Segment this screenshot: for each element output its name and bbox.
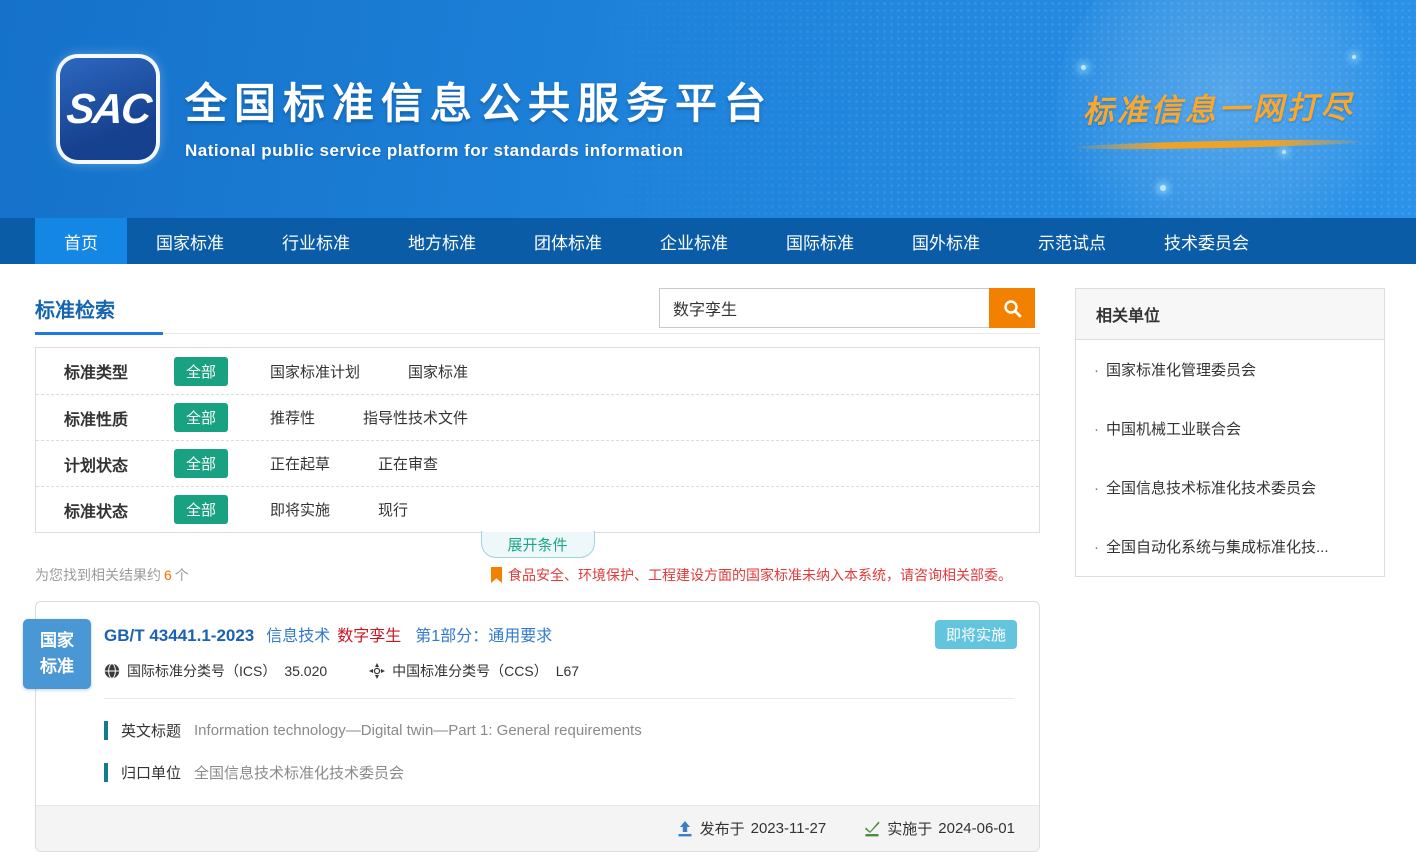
bookmark-icon [491, 567, 502, 583]
badge-line2: 标准 [40, 654, 74, 680]
related-unit-link[interactable]: 中国机械工业联合会 [1076, 399, 1384, 458]
filter-option[interactable]: 指导性技术文件 [363, 407, 468, 428]
ccs-label: 中国标准分类号（CCS） [392, 661, 548, 681]
all-button[interactable]: 全部 [174, 449, 228, 478]
sac-logo-text: SAC [64, 85, 152, 133]
upload-icon [677, 821, 693, 837]
filter-option[interactable]: 现行 [378, 499, 408, 520]
check-icon [864, 821, 880, 837]
filter-label: 计划状态 [64, 452, 142, 476]
search-input[interactable] [659, 288, 989, 328]
result-count-prefix: 为您找到相关结果约 [35, 567, 161, 583]
ics-value: 35.020 [284, 663, 327, 679]
filter-panel: 标准类型 全部 国家标准计划 国家标准 标准性质 全部 推荐性 指导性技术文件 … [35, 347, 1040, 533]
notice-text: 食品安全、环境保护、工程建设方面的国家标准未纳入本系统，请咨询相关部委。 [508, 565, 1012, 585]
result-count-number: 6 [164, 567, 172, 583]
related-unit-link[interactable]: 全国信息技术标准化技术委员会 [1076, 458, 1384, 517]
standard-title-highlight[interactable]: 数字孪生 [337, 622, 401, 646]
badge-line1: 国家 [40, 628, 74, 654]
english-title-value: Information technology—Digital twin—Part… [194, 722, 642, 739]
standard-code-link[interactable]: GB/T 43441.1-2023 [104, 626, 254, 646]
implemented-date-item: 实施于 2024-06-01 [864, 818, 1015, 839]
compass-icon [369, 663, 385, 679]
nav-item-local-standards[interactable]: 地方标准 [379, 218, 505, 264]
teal-bar [104, 763, 108, 782]
globe-icon [104, 663, 120, 679]
committee-row: 归口单位 全国信息技术标准化技术委员会 [104, 762, 1015, 783]
standard-title-part1[interactable]: 信息技术 [266, 622, 330, 646]
related-unit-link[interactable]: 国家标准化管理委员会 [1076, 340, 1384, 399]
filter-row-standard-nature: 标准性质 全部 推荐性 指导性技术文件 [36, 394, 1039, 440]
published-date-item: 发布于 2023-11-27 [677, 818, 827, 839]
sac-logo[interactable]: SAC [60, 58, 156, 160]
site-subtitle: National public service platform for sta… [185, 141, 773, 161]
standard-result-card: 国家 标准 即将实施 GB/T 43441.1-2023 信息技术 数字孪生 第… [35, 601, 1040, 852]
filter-option[interactable]: 推荐性 [270, 407, 315, 428]
ics-label: 国际标准分类号（ICS） [127, 661, 276, 681]
filter-option[interactable]: 即将实施 [270, 499, 330, 520]
filter-label: 标准状态 [64, 498, 142, 522]
main-nav: 首页 国家标准 行业标准 地方标准 团体标准 企业标准 国际标准 国外标准 示范… [0, 218, 1416, 264]
committee-label: 归口单位 [121, 762, 181, 783]
implemented-date: 2024-06-01 [938, 820, 1015, 837]
filter-option[interactable]: 正在起草 [270, 453, 330, 474]
search-section-header: 标准检索 [35, 288, 1040, 334]
divider [104, 698, 1015, 699]
filter-row-plan-status: 计划状态 全部 正在起草 正在审查 [36, 440, 1039, 486]
system-notice: 食品安全、环境保护、工程建设方面的国家标准未纳入本系统，请咨询相关部委。 [491, 565, 1012, 585]
filter-row-standard-status: 标准状态 全部 即将实施 现行 [36, 486, 1039, 532]
all-button[interactable]: 全部 [174, 403, 228, 432]
card-footer: 发布于 2023-11-27 实施于 2024-06-01 [36, 805, 1039, 851]
nav-item-group-standards[interactable]: 团体标准 [505, 218, 631, 264]
implemented-label: 实施于 [887, 818, 932, 839]
related-units-panel: 相关单位 国家标准化管理委员会 中国机械工业联合会 全国信息技术标准化技术委员会… [1075, 288, 1385, 577]
magnifier-icon [1003, 299, 1022, 318]
page-title: 标准检索 [35, 288, 115, 323]
committee-value: 全国信息技术标准化技术委员会 [194, 762, 404, 783]
nav-item-industry-standards[interactable]: 行业标准 [253, 218, 379, 264]
header-slogan: 标准信息一网打尽 [1076, 84, 1361, 148]
all-button[interactable]: 全部 [174, 495, 228, 524]
status-badge: 即将实施 [935, 620, 1017, 649]
slogan-underline [1076, 138, 1361, 151]
published-date: 2023-11-27 [751, 820, 827, 837]
english-title-label: 英文标题 [121, 720, 181, 741]
filter-option[interactable]: 正在审查 [378, 453, 438, 474]
site-header: SAC 全国标准信息公共服务平台 National public service… [0, 0, 1416, 218]
nav-item-pilot[interactable]: 示范试点 [1009, 218, 1135, 264]
title-underline [35, 332, 163, 335]
published-label: 发布于 [700, 818, 745, 839]
filter-option[interactable]: 国家标准 [408, 361, 468, 382]
search-button[interactable] [989, 288, 1035, 328]
related-units-title: 相关单位 [1076, 289, 1384, 340]
standard-title[interactable]: GB/T 43441.1-2023 信息技术 数字孪生 第1部分：通用要求 [104, 622, 1015, 646]
nav-item-technical-committee[interactable]: 技术委员会 [1135, 218, 1278, 264]
standard-title-part2[interactable]: 第1部分：通用要求 [415, 622, 552, 646]
filter-label: 标准类型 [64, 359, 142, 383]
nav-item-enterprise-standards[interactable]: 企业标准 [631, 218, 757, 264]
english-title-row: 英文标题 Information technology—Digital twin… [104, 720, 1015, 741]
result-count: 为您找到相关结果约6个 [35, 565, 189, 585]
ccs-value: L67 [556, 663, 579, 679]
site-title: 全国标准信息公共服务平台 [185, 70, 773, 131]
filter-row-standard-type: 标准类型 全部 国家标准计划 国家标准 [36, 348, 1039, 394]
nav-item-international-standards[interactable]: 国际标准 [757, 218, 883, 264]
standard-type-badge[interactable]: 国家 标准 [23, 619, 91, 689]
related-unit-link[interactable]: 全国自动化系统与集成标准化技... [1076, 517, 1384, 576]
result-count-suffix: 个 [175, 567, 189, 583]
expand-conditions-button[interactable]: 展开条件 [480, 531, 594, 558]
nav-item-home[interactable]: 首页 [35, 218, 127, 264]
teal-bar [104, 721, 108, 740]
nav-item-national-standards[interactable]: 国家标准 [127, 218, 253, 264]
filter-option[interactable]: 国家标准计划 [270, 361, 360, 382]
nav-item-foreign-standards[interactable]: 国外标准 [883, 218, 1009, 264]
all-button[interactable]: 全部 [174, 357, 228, 386]
slogan-text: 标准信息一网打尽 [1076, 82, 1362, 132]
filter-label: 标准性质 [64, 406, 142, 430]
